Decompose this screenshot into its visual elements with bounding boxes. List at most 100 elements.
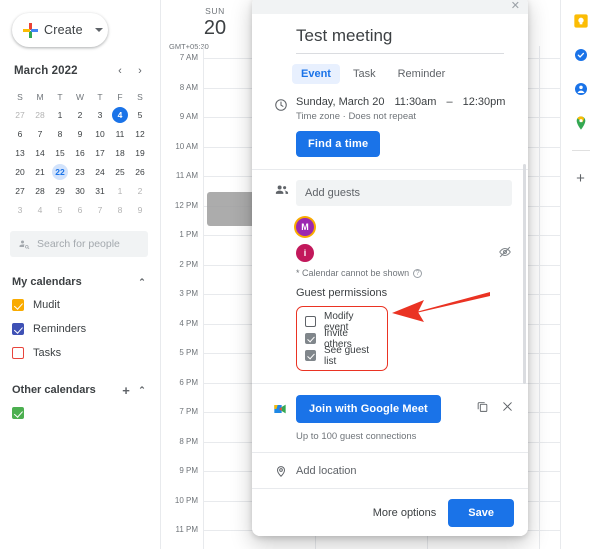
mini-cal-day[interactable]: 21 xyxy=(30,164,50,181)
mini-cal-day[interactable]: 9 xyxy=(130,202,150,219)
mini-cal-day[interactable]: 2 xyxy=(130,183,150,200)
permission-checkbox[interactable] xyxy=(305,316,316,327)
event-end-time[interactable]: 12:30pm xyxy=(463,96,506,108)
add-panel-icon[interactable]: + xyxy=(572,169,590,187)
calendar-not-shown-note: * Calendar cannot be shown ? xyxy=(296,268,512,278)
mini-cal-day[interactable]: 15 xyxy=(50,145,70,162)
mini-cal-day[interactable]: 28 xyxy=(30,183,50,200)
join-google-meet-button[interactable]: Join with Google Meet xyxy=(296,395,441,423)
mini-cal-day[interactable]: 22 xyxy=(50,164,70,181)
permission-checkbox[interactable] xyxy=(305,350,316,361)
mini-cal-day[interactable]: 26 xyxy=(130,164,150,181)
chevron-down-icon[interactable] xyxy=(94,28,103,32)
mini-cal-day[interactable]: 30 xyxy=(70,183,90,200)
google-keep-icon[interactable] xyxy=(572,12,590,30)
mini-cal-day[interactable]: 31 xyxy=(90,183,110,200)
mini-cal-day[interactable]: 14 xyxy=(30,145,50,162)
chevron-up-icon[interactable]: ⌃ xyxy=(134,277,150,288)
avatar[interactable]: M xyxy=(296,218,314,236)
mini-cal-day[interactable]: 18 xyxy=(110,145,130,162)
event-title-input[interactable]: Test meeting xyxy=(296,26,504,54)
mini-cal-day[interactable]: 3 xyxy=(10,202,30,219)
close-icon[interactable]: ✕ xyxy=(511,0,520,12)
my-calendars-heading[interactable]: My calendars ⌃ xyxy=(12,271,150,293)
mini-cal-day[interactable]: 6 xyxy=(70,202,90,219)
calendar-checkbox[interactable] xyxy=(12,347,24,359)
event-guests-row: Add guests M i * Calendar cannot be show… xyxy=(252,170,528,371)
save-button[interactable]: Save xyxy=(448,498,514,527)
find-a-time-button[interactable]: Find a time xyxy=(296,131,381,157)
permission-checkbox[interactable] xyxy=(305,333,316,344)
my-calendar-item[interactable]: Mudit xyxy=(12,293,150,317)
mini-cal-day[interactable]: 8 xyxy=(110,202,130,219)
mini-cal-day[interactable]: 9 xyxy=(70,126,90,143)
tab-event[interactable]: Event xyxy=(292,64,340,84)
tab-task[interactable]: Task xyxy=(344,64,385,84)
add-other-calendar-icon[interactable]: + xyxy=(118,383,134,398)
chevron-up-icon[interactable]: ⌃ xyxy=(134,385,150,396)
day-column-header-sun[interactable]: SUN 20 xyxy=(187,6,243,40)
add-guests-input[interactable]: Add guests xyxy=(296,180,512,206)
guest-avatars: M i xyxy=(296,206,512,266)
tab-reminder[interactable]: Reminder xyxy=(389,64,455,84)
hour-label: 5 PM xyxy=(179,348,198,357)
google-contacts-icon[interactable] xyxy=(572,80,590,98)
hour-label: 2 PM xyxy=(179,259,198,269)
google-tasks-icon[interactable] xyxy=(572,46,590,64)
mini-cal-day[interactable]: 6 xyxy=(10,126,30,143)
mini-cal-day[interactable]: 19 xyxy=(130,145,150,162)
mini-cal-day[interactable]: 1 xyxy=(50,107,70,124)
mini-cal-day[interactable]: 27 xyxy=(10,107,30,124)
remove-conferencing-icon[interactable] xyxy=(501,400,514,418)
event-start-time[interactable]: 11:30am xyxy=(394,96,436,108)
mini-cal-day[interactable]: 5 xyxy=(130,107,150,124)
mini-cal-day[interactable]: 11 xyxy=(110,126,130,143)
permission-item[interactable]: See guest list xyxy=(305,344,377,367)
mini-cal-day[interactable]: 17 xyxy=(90,145,110,162)
visibility-off-icon[interactable] xyxy=(498,245,512,262)
mini-cal-day[interactable]: 27 xyxy=(10,183,30,200)
mini-cal-day[interactable]: 25 xyxy=(110,164,130,181)
mini-cal-day[interactable]: 5 xyxy=(50,202,70,219)
create-button[interactable]: Create xyxy=(12,13,108,47)
next-month-icon[interactable]: › xyxy=(132,63,148,79)
calendar-checkbox[interactable] xyxy=(12,407,24,419)
hour-label: 1 PM xyxy=(179,230,198,239)
mini-cal-day[interactable]: 8 xyxy=(50,126,70,143)
other-calendars-heading[interactable]: Other calendars + ⌃ xyxy=(12,379,150,401)
mini-cal-day[interactable]: 13 xyxy=(10,145,30,162)
more-options-button[interactable]: More options xyxy=(373,507,437,519)
mini-cal-day[interactable]: 3 xyxy=(90,107,110,124)
mini-cal-day[interactable]: 10 xyxy=(90,126,110,143)
search-for-people-input[interactable]: Search for people xyxy=(10,231,148,257)
mini-cal-day[interactable]: 20 xyxy=(10,164,30,181)
mini-cal-day[interactable]: 1 xyxy=(110,183,130,200)
mini-cal-day[interactable]: 28 xyxy=(30,107,50,124)
other-calendar-item[interactable] xyxy=(12,401,150,425)
my-calendar-item[interactable]: Reminders xyxy=(12,317,150,341)
mini-cal-day[interactable]: 24 xyxy=(90,164,110,181)
mini-cal-day[interactable]: 7 xyxy=(30,126,50,143)
add-location-row[interactable]: Add location xyxy=(252,452,528,484)
mini-cal-day[interactable]: 12 xyxy=(130,126,150,143)
event-timezone-repeat[interactable]: Time zone · Does not repeat xyxy=(296,111,512,122)
prev-month-icon[interactable]: ‹ xyxy=(112,63,128,79)
calendar-event-block[interactable] xyxy=(207,192,257,226)
copy-icon[interactable] xyxy=(476,400,489,418)
mini-cal-day[interactable]: 16 xyxy=(70,145,90,162)
calendar-checkbox[interactable] xyxy=(12,299,24,311)
mini-cal-day[interactable]: 23 xyxy=(70,164,90,181)
mini-cal-day[interactable]: 2 xyxy=(70,107,90,124)
dialog-scrollbar-thumb[interactable] xyxy=(523,164,526,384)
mini-cal-day[interactable]: 29 xyxy=(50,183,70,200)
event-date[interactable]: Sunday, March 20 xyxy=(296,96,384,108)
mini-cal-day[interactable]: 4 xyxy=(110,107,130,124)
permission-label: See guest list xyxy=(324,344,370,367)
help-icon[interactable]: ? xyxy=(413,268,423,278)
avatar[interactable]: i xyxy=(296,244,314,262)
mini-cal-day[interactable]: 7 xyxy=(90,202,110,219)
calendar-checkbox[interactable] xyxy=(12,323,24,335)
mini-cal-day[interactable]: 4 xyxy=(30,202,50,219)
my-calendar-item[interactable]: Tasks xyxy=(12,341,150,365)
google-maps-icon[interactable] xyxy=(572,114,590,132)
